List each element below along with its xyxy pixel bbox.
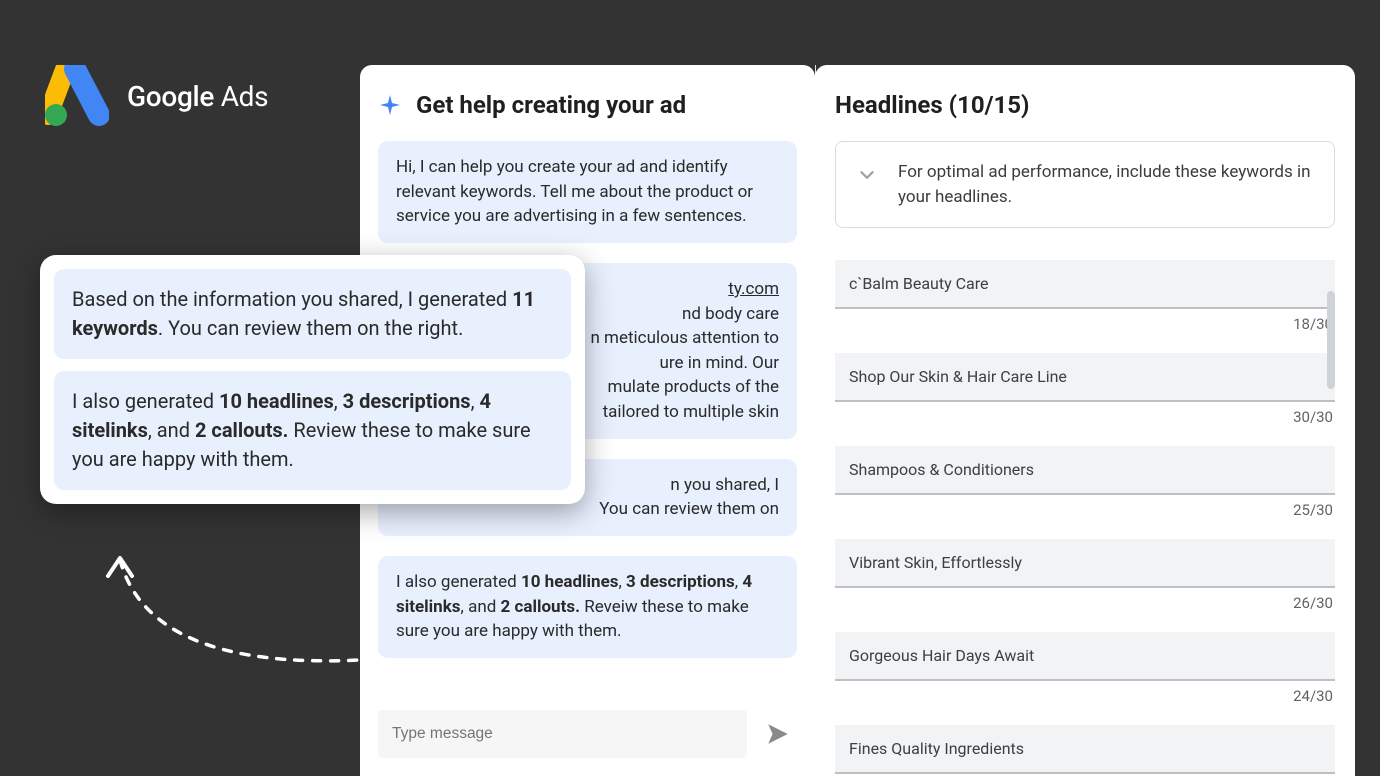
brand-name: Google Ads bbox=[127, 80, 268, 113]
headline-input[interactable]: c`Balm Beauty Care bbox=[835, 260, 1335, 309]
popout-bubble-generated: I also generated 10 headlines, 3 descrip… bbox=[54, 371, 571, 490]
char-count: 18/30 bbox=[835, 315, 1335, 333]
headline-input[interactable]: Fines Quality Ingredients bbox=[835, 725, 1335, 774]
char-count: 26/30 bbox=[835, 594, 1335, 612]
headline-input[interactable]: Vibrant Skin, Effortlessly bbox=[835, 539, 1335, 588]
headline-item: c`Balm Beauty Care 18/30 bbox=[835, 260, 1335, 333]
keyword-hint-card[interactable]: For optimal ad performance, include thes… bbox=[835, 141, 1335, 228]
char-count: 30/30 bbox=[835, 408, 1335, 426]
hint-text: For optimal ad performance, include thes… bbox=[898, 160, 1314, 209]
chat-input-row bbox=[378, 710, 797, 758]
scrollbar-thumb[interactable] bbox=[1327, 291, 1335, 389]
char-count: 24/30 bbox=[835, 687, 1335, 705]
headlines-panel: Headlines (10/15) For optimal ad perform… bbox=[815, 65, 1355, 776]
popout-card: Based on the information you shared, I g… bbox=[40, 255, 585, 504]
headline-input[interactable]: Shampoos & Conditioners bbox=[835, 446, 1335, 495]
send-button[interactable] bbox=[759, 715, 797, 753]
headlines-body: For optimal ad performance, include thes… bbox=[835, 141, 1335, 776]
popout-bubble-keywords: Based on the information you shared, I g… bbox=[54, 269, 571, 359]
headline-item: Shampoos & Conditioners 25/30 bbox=[835, 446, 1335, 519]
chat-bubble-intro: Hi, I can help you create your ad and id… bbox=[378, 141, 797, 243]
headline-input[interactable]: Shop Our Skin & Hair Care Line bbox=[835, 353, 1335, 402]
chat-bubble-generated: I also generated 10 headlines, 3 descrip… bbox=[378, 556, 797, 658]
message-input[interactable] bbox=[378, 710, 747, 758]
sparkle-icon bbox=[378, 93, 402, 117]
callout-arrow bbox=[90, 540, 370, 690]
headline-input[interactable]: Gorgeous Hair Days Await bbox=[835, 632, 1335, 681]
headline-item: Gorgeous Hair Days Await 24/30 bbox=[835, 632, 1335, 705]
brand-logo: Google Ads bbox=[45, 65, 268, 127]
site-link[interactable]: ty.com bbox=[728, 279, 779, 299]
headlines-title: Headlines (10/15) bbox=[835, 91, 1335, 119]
headline-item: Shop Our Skin & Hair Care Line 30/30 bbox=[835, 353, 1335, 426]
chevron-down-icon bbox=[856, 164, 878, 186]
char-count: 25/30 bbox=[835, 501, 1335, 519]
send-icon bbox=[765, 721, 791, 747]
google-ads-icon bbox=[45, 65, 109, 127]
chat-header: Get help creating your ad bbox=[378, 91, 797, 119]
headline-item: Fines Quality Ingredients bbox=[835, 725, 1335, 774]
chat-title: Get help creating your ad bbox=[416, 91, 686, 119]
headline-item: Vibrant Skin, Effortlessly 26/30 bbox=[835, 539, 1335, 612]
